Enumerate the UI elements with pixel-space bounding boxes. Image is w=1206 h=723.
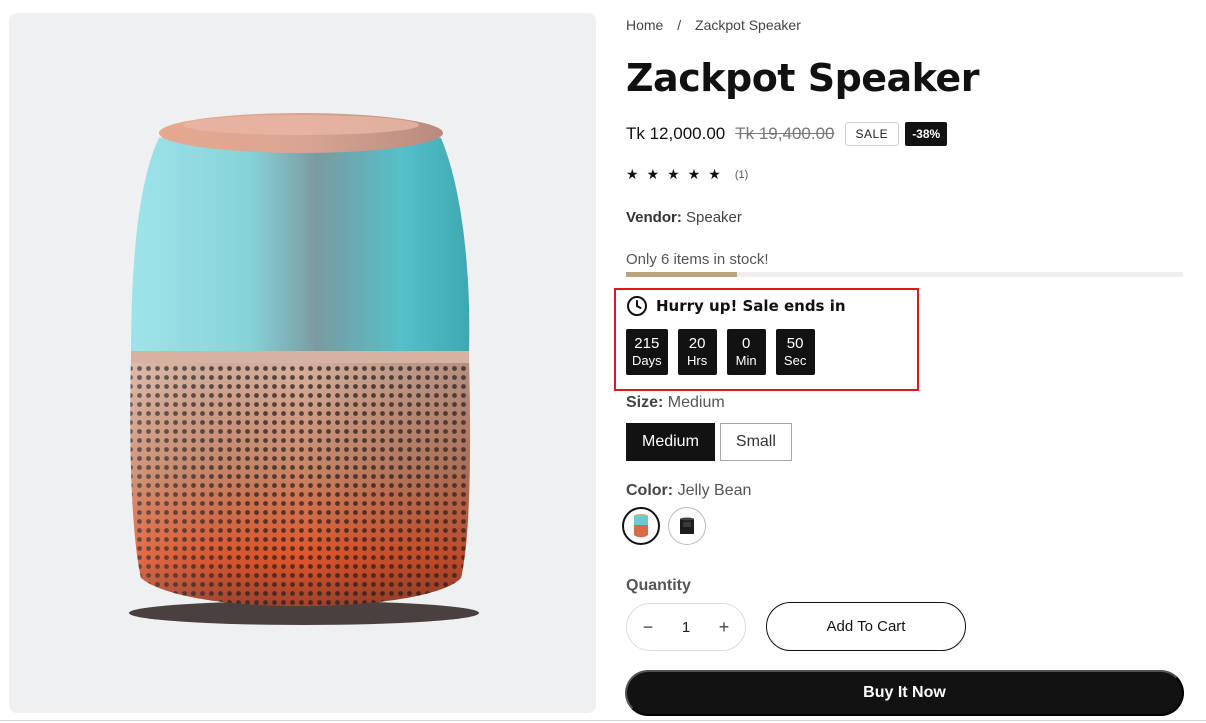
color-swatches [622,507,714,545]
star-icon: ★ [708,166,721,182]
add-to-cart-button[interactable]: Add To Cart [766,602,966,651]
product-image-gallery[interactable] [9,13,596,713]
stock-text: Only 6 items in stock! [626,251,769,268]
star-icon: ★ [646,166,660,182]
size-label: Size: Medium [626,394,725,412]
breadcrumb-current: Zackpot Speaker [695,17,801,33]
sale-price: Tk 12,000.00 [626,124,726,143]
star-icon: ★ [687,166,701,182]
countdown-minutes-value: 0 [741,335,751,352]
countdown-seconds: 50 Sec [775,329,815,375]
size-options: Medium Small [626,423,797,461]
page-divider [0,720,1206,721]
price-row: Tk 12,000.00 Tk 19,400.00 SALE -38% [626,122,948,146]
breadcrumb-home-link[interactable]: Home [626,17,663,33]
compare-at-price: Tk 19,400.00 [735,124,835,143]
countdown-minutes: 0 Min [726,329,766,375]
countdown-hours: 20 Hrs [677,329,717,375]
stock-progress-bar [626,272,1183,277]
buy-it-now-button[interactable]: Buy It Now [625,670,1184,716]
discount-badge: -38% [905,122,948,146]
sale-countdown: Hurry up! Sale ends in 215 Days 20 Hrs 0… [614,288,919,391]
product-title: Zackpot Speaker [626,56,979,100]
countdown-days: 215 Days [626,329,668,375]
sale-badge: SALE [844,122,900,146]
color-selected-value: Jelly Bean [677,482,752,499]
countdown-minutes-label: Min [735,353,757,368]
breadcrumb-separator: / [677,17,682,33]
color-swatch-black[interactable] [668,507,706,545]
countdown-hours-value: 20 [688,335,706,352]
countdown-seconds-value: 50 [786,335,804,352]
size-label-title: Size: [626,394,664,411]
size-option-medium[interactable]: Medium [626,423,715,461]
vendor-label: Vendor: [626,209,682,226]
countdown-seconds-label: Sec [783,353,807,368]
star-icon: ★ [626,166,639,182]
breadcrumb: Home / Zackpot Speaker [626,17,801,33]
countdown-heading: Hurry up! Sale ends in [626,295,846,317]
quantity-input[interactable] [671,618,701,636]
speaker-jelly-bean-thumb [634,514,648,538]
color-label: Color: Jelly Bean [626,482,751,500]
product-image[interactable] [9,13,596,713]
rating-count: (1) [734,169,749,181]
color-label-title: Color: [626,482,674,499]
countdown-days-value: 215 [634,335,660,352]
speaker-black-thumb [680,517,694,534]
stock-progress-fill [626,272,738,277]
vendor-line: Vendor: Speaker [626,209,742,226]
countdown-heading-text: Hurry up! Sale ends in [656,297,846,315]
quantity-stepper: − + [626,603,746,651]
countdown-days-label: Days [632,353,662,368]
vendor-name: Speaker [686,209,742,226]
quantity-decrease-button[interactable]: − [641,617,655,638]
countdown-hours-label: Hrs [687,353,708,368]
countdown-timer: 215 Days 20 Hrs 0 Min 50 Sec [626,329,825,375]
quantity-label: Quantity [626,577,691,594]
size-option-small[interactable]: Small [719,423,792,461]
star-icon: ★ [667,166,680,182]
clock-icon [627,296,647,316]
color-swatch-jelly-bean[interactable] [622,507,660,545]
rating-stars: ★ ★ ★ ★ ★ [626,166,729,184]
quantity-increase-button[interactable]: + [717,617,731,638]
size-selected-value: Medium [667,394,725,411]
product-rating[interactable]: ★ ★ ★ ★ ★ (1) [626,166,748,184]
